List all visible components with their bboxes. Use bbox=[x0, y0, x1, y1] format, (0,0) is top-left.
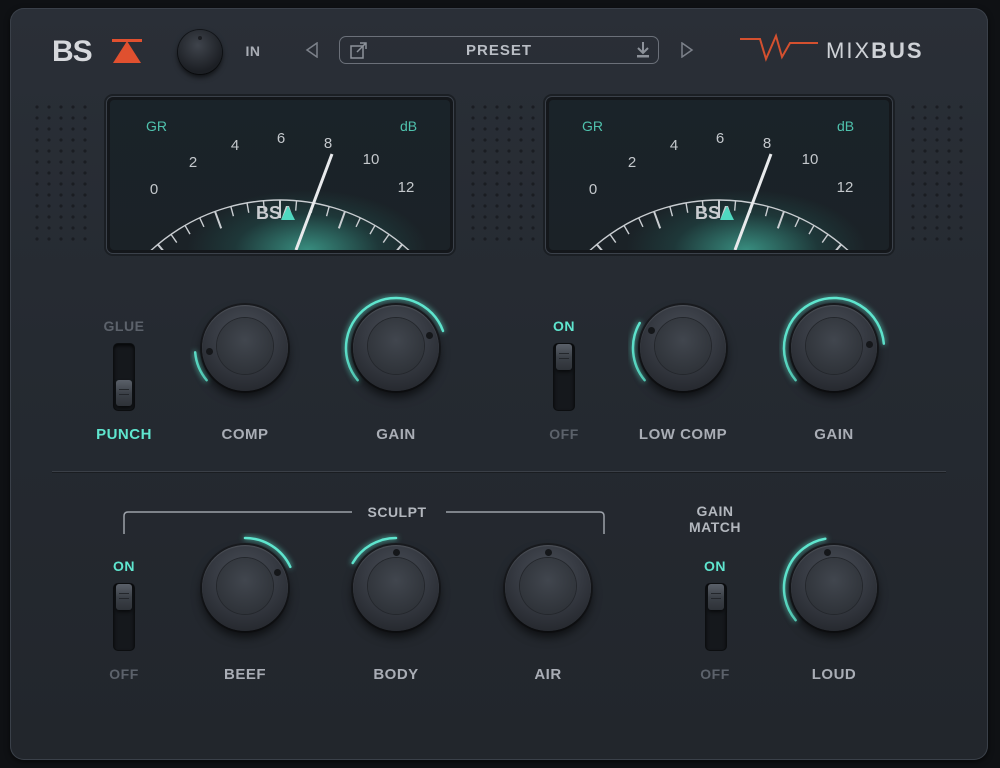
gain-label-2: GAIN bbox=[814, 426, 854, 443]
comp-knob[interactable] bbox=[190, 293, 300, 403]
sculpt-label: SCULPT bbox=[367, 504, 427, 520]
vu-meter-right: GR dB 0 2 4 6 8 10 12 BSA bbox=[546, 97, 892, 253]
meter-scale-4: 4 bbox=[231, 137, 239, 154]
meter-db-label: dB bbox=[837, 118, 854, 134]
gain-match-line1: GAIN bbox=[696, 503, 734, 519]
meter-scale-0: 0 bbox=[589, 181, 597, 198]
meter-scale-10: 10 bbox=[363, 151, 380, 168]
meter-needle bbox=[294, 153, 334, 250]
gain-label: GAIN bbox=[376, 426, 416, 443]
low-comp-label: LOW COMP bbox=[638, 426, 728, 443]
bsa-logo: BS bbox=[52, 36, 142, 66]
gain-match-line2: MATCH bbox=[688, 519, 741, 535]
gain-knob-2[interactable] bbox=[779, 293, 889, 403]
body-label: BODY bbox=[373, 666, 419, 683]
comp-label: COMP bbox=[221, 426, 269, 443]
punch-label: PUNCH bbox=[96, 426, 152, 443]
meter-scale-6: 6 bbox=[716, 130, 724, 147]
knob-pointer bbox=[648, 326, 656, 334]
preset-selector[interactable]: PRESET bbox=[339, 36, 659, 64]
low-off-label: OFF bbox=[549, 426, 579, 442]
meter-gr-label: GR bbox=[146, 118, 167, 134]
mixbus-wave-logo bbox=[740, 33, 818, 62]
meter-scale-12: 12 bbox=[837, 179, 854, 196]
meter-scale-2: 2 bbox=[189, 154, 197, 171]
meter-scale-10: 10 bbox=[802, 151, 819, 168]
meter-gr-label: GR bbox=[582, 118, 603, 134]
meter-scale-8: 8 bbox=[324, 135, 332, 152]
loud-knob[interactable] bbox=[779, 533, 889, 643]
low-comp-knob[interactable] bbox=[628, 293, 738, 403]
next-preset-button[interactable] bbox=[680, 41, 694, 59]
meter-scale-left: GR dB 0 2 4 6 8 10 12 BSA bbox=[146, 118, 417, 250]
gain-knob[interactable] bbox=[341, 293, 451, 403]
prev-preset-button[interactable] bbox=[305, 41, 319, 59]
mixbus-light: MIX bbox=[826, 38, 872, 63]
loud-label: LOUD bbox=[811, 666, 857, 683]
grille-left bbox=[34, 104, 90, 244]
preset-name: PRESET bbox=[465, 42, 532, 59]
meter-scale-8: 8 bbox=[763, 135, 771, 152]
section-divider bbox=[52, 471, 946, 472]
glue-punch-switch[interactable] bbox=[114, 344, 134, 410]
beef-knob[interactable] bbox=[190, 533, 300, 643]
body-knob[interactable] bbox=[341, 533, 451, 643]
sculpt-switch[interactable] bbox=[114, 584, 134, 650]
meter-scale-12: 12 bbox=[398, 179, 415, 196]
sculpt-on-label: ON bbox=[113, 558, 135, 574]
low-on-label: ON bbox=[553, 318, 575, 334]
knob-pointer bbox=[392, 548, 400, 556]
air-knob[interactable] bbox=[493, 533, 603, 643]
low-comp-switch[interactable] bbox=[554, 344, 574, 410]
knob-pointer bbox=[544, 548, 552, 556]
input-knob[interactable] bbox=[178, 30, 222, 74]
knob-pointer bbox=[205, 347, 213, 355]
grille-right bbox=[910, 104, 966, 244]
meter-scale-0: 0 bbox=[150, 181, 158, 198]
gain-match-switch[interactable] bbox=[706, 584, 726, 650]
gain-match-off-label: OFF bbox=[700, 666, 730, 682]
beef-label: BEEF bbox=[223, 666, 266, 683]
meter-needle bbox=[733, 153, 773, 250]
gain-match-on-label: ON bbox=[704, 558, 726, 574]
in-label: IN bbox=[245, 43, 261, 59]
glue-label: GLUE bbox=[103, 318, 145, 334]
mixbus-bold: BUS bbox=[871, 38, 924, 63]
meter-scale-6: 6 bbox=[277, 130, 285, 147]
air-label: AIR bbox=[534, 666, 562, 683]
meter-scale-4: 4 bbox=[670, 137, 678, 154]
grille-center bbox=[470, 104, 540, 244]
gain-match-label: GAIN MATCH bbox=[670, 503, 760, 535]
download-icon[interactable] bbox=[635, 41, 651, 59]
vu-meter-left: GR dB 0 2 4 6 8 10 12 BSA bbox=[107, 97, 453, 253]
sculpt-off-label: OFF bbox=[109, 666, 139, 682]
svg-text:BS: BS bbox=[52, 36, 92, 66]
meter-scale-2: 2 bbox=[628, 154, 636, 171]
meter-db-label: dB bbox=[400, 118, 417, 134]
mixbus-wordmark: MIXBUS bbox=[826, 38, 924, 64]
meter-scale-right: GR dB 0 2 4 6 8 10 12 BSA bbox=[582, 118, 854, 250]
